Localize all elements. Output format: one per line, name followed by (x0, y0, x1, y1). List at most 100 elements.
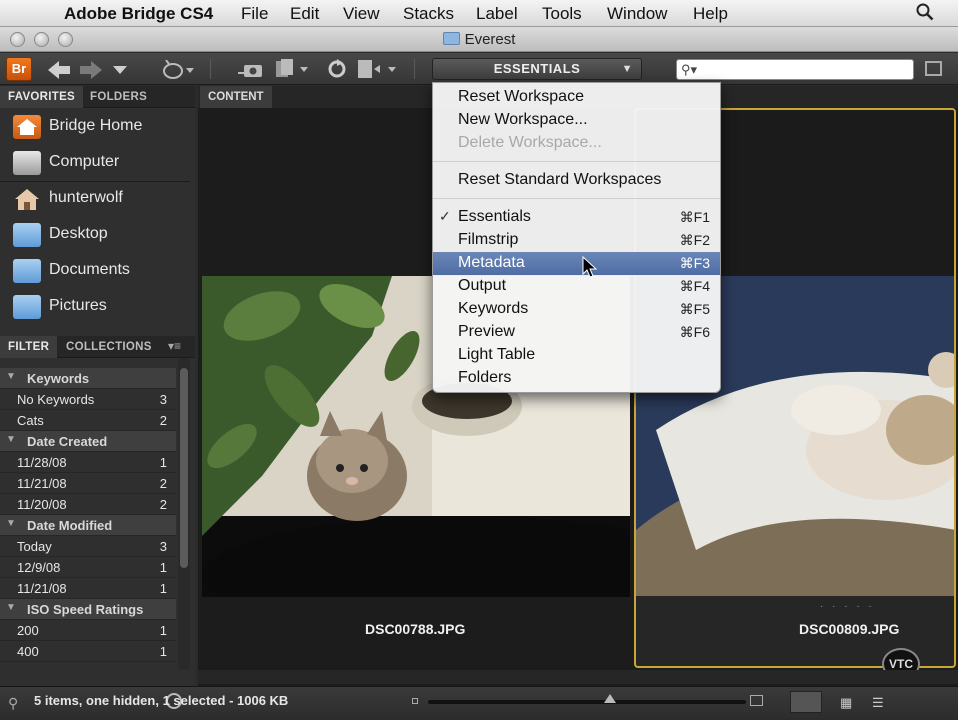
filter-count: 2 (159, 413, 167, 428)
favorite-computer[interactable]: Computer (0, 145, 190, 181)
menu-stacks[interactable]: Stacks (403, 4, 454, 24)
tab-filter[interactable]: FILTER (0, 336, 58, 358)
large-thumbnail-icon[interactable] (750, 695, 763, 706)
favorite-pictures[interactable]: Pictures (0, 289, 190, 325)
menu-item-light-table[interactable]: Light Table (433, 344, 720, 367)
search-input[interactable]: ⚲▾ (676, 59, 914, 80)
filter-category-header[interactable]: ▼ Date Modified (0, 515, 176, 536)
filter-tab-bar: FILTER COLLECTIONS ▾≡ (0, 336, 195, 358)
filter-item[interactable]: 11/21/08 1 (0, 578, 176, 599)
checkmark-icon: ✓ (439, 208, 451, 224)
filter-count: 2 (159, 497, 167, 512)
menu-item-folders[interactable]: Folders (433, 367, 720, 390)
small-thumbnail-icon[interactable] (412, 698, 418, 704)
home-folder-icon (13, 187, 41, 211)
menu-item-reset-standard-workspaces[interactable]: Reset Standard Workspaces (433, 169, 720, 192)
filter-label: Today (17, 539, 52, 554)
menu-window[interactable]: Window (607, 4, 667, 24)
get-photos-camera-icon[interactable] (238, 59, 264, 79)
tab-collections[interactable]: COLLECTIONS (58, 336, 160, 358)
compact-mode-button[interactable] (925, 61, 942, 76)
filter-label: Keywords (27, 371, 90, 386)
filter-count: 1 (159, 623, 167, 638)
tab-content[interactable]: CONTENT (200, 86, 272, 108)
return-to-photoshop-icon[interactable] (162, 60, 194, 80)
menu-item-delete-workspace: Delete Workspace... (433, 132, 720, 155)
details-view-icon[interactable]: ▦ (840, 695, 852, 711)
menu-item-essentials[interactable]: ✓ Essentials ⌘F1 (433, 206, 720, 229)
menu-file[interactable]: File (241, 4, 268, 24)
filter-category-header[interactable]: ▼ ISO Speed Ratings (0, 599, 176, 620)
filter-label: Cats (17, 413, 44, 428)
workspace-switcher-button[interactable]: ESSENTIALS ▼ (432, 58, 642, 80)
filter-item[interactable]: 11/28/08 1 (0, 452, 176, 473)
filter-item[interactable]: 11/20/08 2 (0, 494, 176, 515)
scrollbar-thumb[interactable] (180, 368, 188, 568)
bridge-logo-button[interactable]: Br (6, 57, 32, 81)
filter-item[interactable]: 12/9/08 1 (0, 557, 176, 578)
filter-item[interactable]: 200 1 (0, 620, 176, 641)
app-menu[interactable]: Adobe Bridge CS4 (64, 4, 213, 24)
slider-knob[interactable] (604, 694, 616, 703)
bridge-screen: Adobe Bridge CS4 File Edit View Stacks L… (0, 0, 958, 720)
filter-item[interactable]: 11/21/08 2 (0, 473, 176, 494)
status-bar: ⚲ 5 items, one hidden, 1 selected - 1006… (0, 686, 958, 720)
menu-item-shortcut: ⌘F5 (679, 301, 710, 317)
filter-item[interactable]: 1600 (0, 662, 176, 666)
filter-item[interactable]: Today 3 (0, 536, 176, 557)
tab-folders[interactable]: FOLDERS (82, 86, 155, 108)
favorite-bridge-home[interactable]: Bridge Home (0, 109, 190, 145)
menu-item-new-workspace[interactable]: New Workspace... (433, 109, 720, 132)
spotlight-search-icon[interactable] (916, 3, 934, 21)
recent-folders-chevron-icon[interactable] (113, 66, 127, 74)
favorite-documents[interactable]: Documents (0, 253, 190, 289)
filter-scrollbar[interactable] (178, 358, 190, 670)
menu-item-filmstrip[interactable]: Filmstrip ⌘F2 (433, 229, 720, 252)
filter-item[interactable]: 400 1 (0, 641, 176, 662)
panel-menu-icon[interactable]: ▾≡ (168, 339, 181, 353)
status-text: 5 items, one hidden, 1 selected - 1006 K… (34, 693, 289, 708)
favorite-desktop[interactable]: Desktop (0, 217, 190, 253)
menu-item-label: Reset Standard Workspaces (458, 171, 662, 188)
disclosure-triangle-icon[interactable]: ▼ (6, 371, 16, 382)
thumbnail-size-slider[interactable] (428, 700, 746, 704)
filter-label: 11/28/08 (17, 455, 67, 470)
menu-item-metadata[interactable]: Metadata ⌘F3 (433, 252, 720, 275)
filter-category-header[interactable]: ▼ Keywords (0, 368, 176, 389)
list-view-icon[interactable]: ☰ (872, 695, 884, 711)
disclosure-triangle-icon[interactable]: ▼ (6, 602, 16, 613)
menu-label[interactable]: Label (476, 4, 518, 24)
pin-icon[interactable]: ⚲ (8, 695, 18, 712)
window-titlebar: Everest (0, 27, 958, 52)
menu-item-shortcut: ⌘F2 (679, 232, 710, 248)
menu-help[interactable]: Help (693, 4, 728, 24)
forward-arrow-icon[interactable] (80, 61, 102, 79)
menu-tools[interactable]: Tools (542, 4, 582, 24)
menu-separator (433, 161, 720, 162)
rating-dots[interactable]: · · · · · (820, 601, 875, 612)
tab-favorites[interactable]: FAVORITES (0, 86, 84, 108)
open-recent-file-icon[interactable] (358, 59, 398, 79)
folder-icon (13, 259, 41, 283)
filter-item[interactable]: No Keywords 3 (0, 389, 176, 410)
back-arrow-icon[interactable] (48, 61, 70, 79)
filter-label: Date Modified (27, 518, 113, 533)
rotate-icon[interactable] (326, 59, 348, 79)
menu-item-preview[interactable]: Preview ⌘F6 (433, 321, 720, 344)
filter-category-header[interactable]: ▼ Date Created (0, 431, 176, 452)
left-panel: FAVORITES FOLDERS Bridge Home Computer h… (0, 86, 195, 686)
disclosure-triangle-icon[interactable]: ▼ (6, 518, 16, 529)
menu-item-keywords[interactable]: Keywords ⌘F5 (433, 298, 720, 321)
favorite-hunterwolf[interactable]: hunterwolf (0, 181, 190, 217)
menu-item-reset-workspace[interactable]: Reset Workspace (433, 86, 720, 109)
filter-label: 400 (17, 644, 39, 659)
menu-item-output[interactable]: Output ⌘F4 (433, 275, 720, 298)
menu-edit[interactable]: Edit (290, 4, 319, 24)
filter-item[interactable]: Cats 2 (0, 410, 176, 431)
disclosure-triangle-icon[interactable]: ▼ (6, 434, 16, 445)
refine-icon[interactable] (276, 59, 310, 79)
content-scrollbar[interactable] (198, 670, 958, 684)
mouse-cursor-icon (582, 256, 598, 278)
grid-view-button[interactable] (790, 691, 822, 713)
menu-view[interactable]: View (343, 4, 380, 24)
